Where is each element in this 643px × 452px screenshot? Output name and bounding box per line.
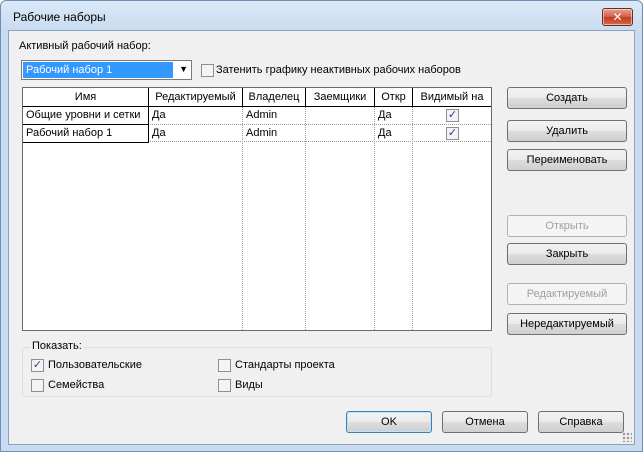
user-worksets-checkbox[interactable]: ✓ [31, 359, 44, 372]
make-non-editable-button[interactable]: Нередактируемый [507, 313, 627, 335]
row-name-cell[interactable]: Рабочий набор 1 [23, 125, 149, 143]
create-button[interactable]: Создать [507, 87, 627, 109]
dialog-window: Рабочие наборы ✕ Активный рабочий набор:… [0, 0, 643, 452]
column-header-name[interactable]: Имя [23, 88, 149, 107]
row-visible-checkbox[interactable]: ✓ [446, 127, 459, 140]
families-checkbox[interactable] [31, 379, 44, 392]
active-workset-select[interactable]: Рабочий набор 1 ▼ [21, 60, 192, 80]
row-divider [148, 124, 491, 125]
dialog-title: Рабочие наборы [13, 10, 106, 24]
delete-button[interactable]: Удалить [507, 120, 627, 142]
show-group: Показать: ✓ Пользовательские Стандарты п… [22, 340, 492, 397]
column-header-editable[interactable]: Редактируемый [149, 88, 243, 107]
project-standards-checkbox[interactable] [218, 359, 231, 372]
row-editable[interactable]: Да [152, 107, 166, 124]
row-open[interactable]: Да [378, 125, 392, 142]
dim-inactive-label: Затенить графику неактивных рабочих набо… [216, 64, 461, 76]
dim-inactive-checkbox[interactable] [201, 64, 214, 77]
row-divider [148, 141, 491, 142]
project-standards-label: Стандарты проекта [235, 359, 335, 371]
active-workset-label: Активный рабочий набор: [19, 40, 151, 52]
row-owner: Admin [246, 109, 278, 121]
resize-grip-icon[interactable] [622, 432, 632, 442]
row-visible-checkbox[interactable]: ✓ [446, 109, 459, 122]
row-name: Рабочий набор 1 [26, 127, 113, 139]
open-button[interactable]: Открыть [507, 215, 627, 237]
empty-row-area [23, 143, 149, 330]
chevron-down-icon[interactable]: ▼ [179, 64, 188, 74]
cancel-button[interactable]: Отмена [442, 411, 528, 433]
ok-button[interactable]: OK [346, 411, 432, 433]
views-label: Виды [235, 379, 263, 391]
user-worksets-label: Пользовательские [48, 359, 142, 371]
title-bar[interactable]: Рабочие наборы ✕ [1, 1, 642, 31]
close-workset-button[interactable]: Закрыть [507, 243, 627, 265]
column-header-owner[interactable]: Владелец [243, 88, 306, 107]
row-owner: Admin [246, 127, 278, 139]
close-button[interactable]: ✕ [602, 8, 633, 26]
column-header-visible[interactable]: Видимый на [413, 88, 491, 107]
row-open[interactable]: Да [378, 107, 392, 124]
active-workset-value: Рабочий набор 1 [23, 62, 173, 78]
rename-button[interactable]: Переименовать [507, 149, 627, 171]
checkmark-icon: ✓ [447, 127, 458, 139]
dialog-body: Активный рабочий набор: Рабочий набор 1 … [8, 30, 635, 445]
help-button[interactable]: Справка [538, 411, 624, 433]
show-group-title: Показать: [30, 340, 84, 352]
make-editable-button[interactable]: Редактируемый [507, 283, 627, 305]
column-header-open[interactable]: Откр [375, 88, 413, 107]
row-name-cell[interactable]: Общие уровни и сетки [23, 107, 149, 125]
checkmark-icon: ✓ [447, 109, 458, 121]
close-icon: ✕ [612, 10, 623, 24]
row-name: Общие уровни и сетки [26, 109, 141, 121]
checkmark-icon: ✓ [32, 359, 43, 371]
families-label: Семейства [48, 379, 105, 391]
column-header-borrowers[interactable]: Заемщики [306, 88, 375, 107]
worksets-table[interactable]: Имя Редактируемый Владелец Заемщики Откр… [22, 87, 492, 331]
views-checkbox[interactable] [218, 379, 231, 392]
row-editable[interactable]: Да [152, 125, 166, 142]
